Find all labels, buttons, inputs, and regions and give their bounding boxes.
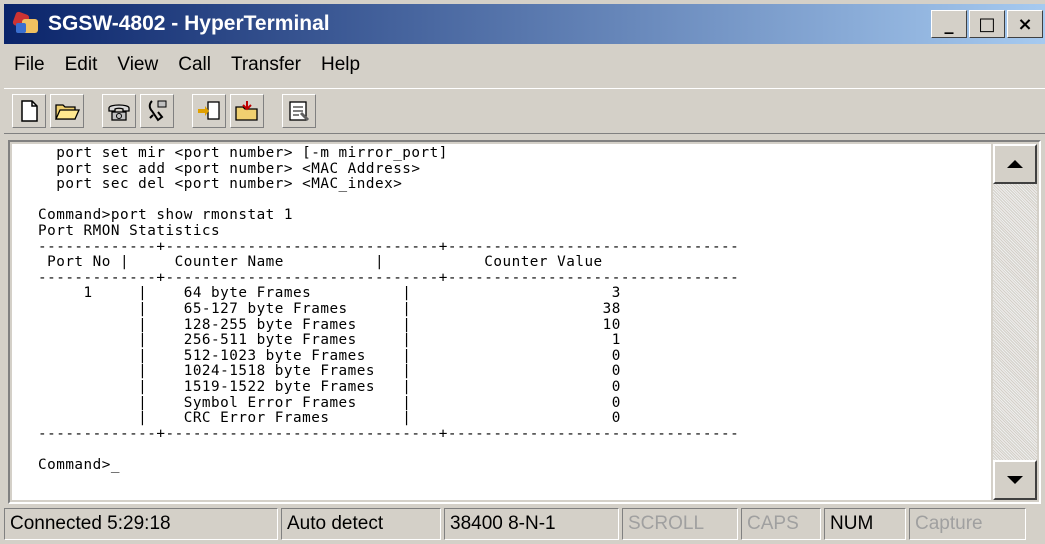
terminal-line: | 512-1023 byte Frames | 0: [38, 347, 621, 364]
new-button[interactable]: [12, 94, 46, 128]
terminal-line: port set mir <port number> [-m mirror_po…: [38, 145, 448, 161]
terminal-line: | 1519-1522 byte Frames | 0: [38, 378, 621, 395]
status-detect: Auto detect: [281, 508, 441, 540]
scroll-down-button[interactable]: [993, 460, 1037, 500]
menu-call[interactable]: Call: [168, 54, 221, 76]
disconnect-button[interactable]: [140, 94, 174, 128]
hyperterminal-window: SGSW-4802 - HyperTerminal _ □ × File Edi…: [0, 0, 1045, 544]
receive-button[interactable]: [230, 94, 264, 128]
terminal-line: | 256-511 byte Frames | 1: [38, 332, 621, 349]
terminal-line: | 1024-1518 byte Frames | 0: [38, 363, 621, 380]
menu-bar: File Edit View Call Transfer Help: [4, 48, 370, 82]
close-button[interactable]: ×: [1007, 10, 1043, 38]
terminal-line: Port No | Counter Name | Counter Value: [38, 254, 603, 271]
toolbar: [4, 88, 1045, 134]
menu-help[interactable]: Help: [311, 54, 370, 76]
terminal-line: -------------+--------------------------…: [38, 425, 740, 442]
status-num: NUM: [824, 508, 906, 540]
terminal-line: port sec add <port number> <MAC Address>: [38, 160, 421, 177]
terminal-line: 1 | 64 byte Frames | 3: [38, 285, 621, 302]
terminal-line: port sec del <port number> <MAC_index>: [38, 176, 403, 193]
terminal-line: | 65-127 byte Frames | 38: [38, 300, 621, 317]
status-baud: 38400 8-N-1: [444, 508, 619, 540]
terminal-screen[interactable]: port set mir <port number> [-m mirror_po…: [12, 144, 991, 500]
minimize-button[interactable]: _: [931, 10, 967, 38]
terminal-line: Port RMON Statistics: [38, 222, 221, 239]
terminal-line: | 128-255 byte Frames | 10: [38, 316, 621, 333]
terminal-line: -------------+--------------------------…: [38, 238, 740, 255]
properties-button[interactable]: [282, 94, 316, 128]
terminal-line: | CRC Error Frames | 0: [38, 410, 621, 427]
arrow-up-icon: [1007, 160, 1023, 168]
new-document-icon: [21, 100, 38, 122]
open-button[interactable]: [50, 94, 84, 128]
scroll-up-button[interactable]: [993, 144, 1037, 184]
terminal-line: Command>port show rmonstat 1: [38, 207, 294, 224]
status-capture: Capture: [909, 508, 1026, 540]
properties-icon: [289, 101, 310, 122]
open-folder-icon: [54, 104, 80, 120]
status-caps: CAPS: [741, 508, 821, 540]
maximize-button[interactable]: □: [969, 10, 1005, 38]
menu-transfer[interactable]: Transfer: [221, 54, 311, 76]
status-bar: Connected 5:29:18 Auto detect 38400 8-N-…: [4, 508, 1045, 542]
terminal-line: -------------+--------------------------…: [38, 269, 740, 286]
menu-file[interactable]: File: [4, 54, 55, 76]
window-title: SGSW-4802 - HyperTerminal: [48, 12, 330, 35]
vertical-scrollbar[interactable]: [993, 144, 1037, 500]
disconnect-icon: [148, 100, 167, 122]
arrow-down-icon: [1007, 476, 1023, 484]
status-connected: Connected 5:29:18: [4, 508, 278, 540]
terminal-line: Command>_: [38, 456, 120, 473]
window-controls: _ □ ×: [931, 10, 1043, 38]
hyperterminal-app-icon[interactable]: [12, 11, 42, 37]
menu-edit[interactable]: Edit: [55, 54, 108, 76]
receive-file-icon: [235, 101, 258, 121]
status-scroll: SCROLL: [622, 508, 738, 540]
send-button[interactable]: [192, 94, 226, 128]
menu-view[interactable]: View: [107, 54, 168, 76]
send-file-icon: [198, 101, 220, 120]
call-phone-icon: [108, 104, 130, 121]
terminal-output: port set mir <port number> [-m mirror_po…: [38, 145, 740, 473]
terminal-line: | Symbol Error Frames | 0: [38, 394, 621, 411]
call-button[interactable]: [102, 94, 136, 128]
title-bar[interactable]: SGSW-4802 - HyperTerminal _ □ ×: [4, 4, 1045, 44]
